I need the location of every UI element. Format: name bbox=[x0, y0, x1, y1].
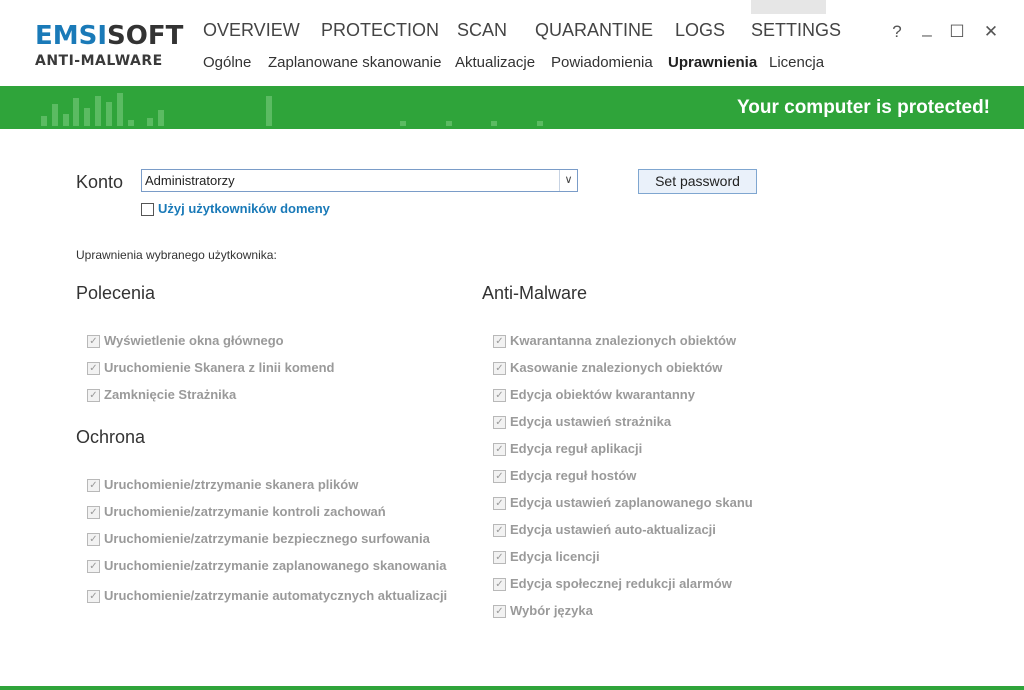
check-icon: ✓ bbox=[493, 551, 506, 564]
check-icon: ✓ bbox=[87, 560, 100, 573]
brand-logo: EMSISOFT bbox=[35, 22, 183, 50]
set-password-button[interactable]: Set password bbox=[638, 169, 757, 194]
banner-decor-bar bbox=[52, 104, 58, 126]
check-icon: ✓ bbox=[493, 416, 506, 429]
permission-label: Edycja ustawień auto-aktualizacji bbox=[510, 522, 716, 537]
banner-decor-bar bbox=[491, 121, 497, 126]
protection-status-message: Your computer is protected! bbox=[736, 97, 990, 118]
permission-label: Edycja licencji bbox=[510, 549, 600, 564]
check-icon: ✓ bbox=[87, 389, 100, 402]
brand-part-soft: SOFT bbox=[107, 21, 184, 51]
nav-logs[interactable]: LOGS bbox=[675, 20, 725, 41]
subnav-uprawnienia[interactable]: Uprawnienia bbox=[668, 54, 757, 71]
banner-decor-bar bbox=[147, 118, 153, 126]
section-title-antimalware: Anti-Malware bbox=[482, 283, 588, 303]
permission-label: Edycja społecznej redukcji alarmów bbox=[510, 576, 732, 591]
subnav-zaplanowane-skanowanie[interactable]: Zaplanowane skanowanie bbox=[268, 54, 441, 71]
permission-label: Edycja obiektów kwarantanny bbox=[510, 387, 695, 402]
checkbox-box[interactable] bbox=[141, 203, 154, 216]
banner-decor-bar bbox=[446, 121, 452, 126]
minimize-icon[interactable]: _ bbox=[917, 18, 937, 38]
permission-label: Uruchomienie/zatrzymanie kontroli zachow… bbox=[104, 504, 386, 519]
check-icon: ✓ bbox=[493, 362, 506, 375]
permission-label: Kwarantanna znalezionych obiektów bbox=[510, 333, 737, 348]
check-icon: ✓ bbox=[493, 605, 506, 618]
banner-decor-bar bbox=[84, 108, 90, 126]
banner-decor-bar bbox=[128, 120, 134, 126]
subnav-licencja[interactable]: Licencja bbox=[769, 54, 824, 71]
permission-label: Wyświetlenie okna głównego bbox=[104, 333, 284, 348]
check-icon: ✓ bbox=[493, 578, 506, 591]
banner-decor-bar bbox=[73, 98, 79, 126]
nav-protection[interactable]: PROTECTION bbox=[321, 20, 439, 41]
check-icon: ✓ bbox=[493, 524, 506, 537]
banner-decor-bar bbox=[400, 121, 406, 126]
domain-users-label[interactable]: Użyj użytkowników domeny bbox=[158, 201, 330, 216]
chevron-down-icon[interactable]: ∨ bbox=[559, 170, 577, 191]
check-icon: ✓ bbox=[87, 479, 100, 492]
banner-decor-bar bbox=[63, 114, 69, 126]
banner-decor-bar bbox=[41, 116, 47, 126]
brand-part-emsi: EMSI bbox=[35, 21, 108, 51]
banner-decor-bar bbox=[537, 121, 543, 126]
check-icon: ✓ bbox=[493, 470, 506, 483]
header: EMSISOFT ANTI-MALWARE OVERVIEW PROTECTIO… bbox=[0, 0, 1024, 86]
nav-overview[interactable]: OVERVIEW bbox=[203, 20, 300, 41]
help-icon[interactable]: ? bbox=[887, 22, 907, 42]
permission-label: Wybór języka bbox=[510, 603, 593, 618]
nav-quarantine[interactable]: QUARANTINE bbox=[535, 20, 653, 41]
check-icon: ✓ bbox=[87, 335, 100, 348]
banner-decor-bar bbox=[117, 93, 123, 126]
banner-decor-bar bbox=[106, 102, 112, 126]
nav-scan[interactable]: SCAN bbox=[457, 20, 507, 41]
check-icon: ✓ bbox=[87, 590, 100, 603]
check-icon: ✓ bbox=[493, 443, 506, 456]
banner-decor-bar bbox=[95, 96, 101, 126]
permission-label: Edycja reguł hostów bbox=[510, 468, 637, 483]
account-select-value: Administratorzy bbox=[145, 173, 235, 188]
check-icon: ✓ bbox=[493, 497, 506, 510]
permission-label: Zamknięcie Strażnika bbox=[104, 387, 237, 402]
check-icon: ✓ bbox=[87, 506, 100, 519]
banner-decor-bar bbox=[266, 96, 272, 126]
check-icon: ✓ bbox=[87, 362, 100, 375]
account-select[interactable]: Administratorzy ∨ bbox=[141, 169, 578, 192]
subnav-aktualizacje[interactable]: Aktualizacje bbox=[455, 54, 535, 71]
permission-label: Edycja reguł aplikacji bbox=[510, 441, 643, 456]
settings-tab-highlight bbox=[751, 0, 826, 14]
product-name: ANTI-MALWARE bbox=[35, 53, 163, 69]
permission-label: Uruchomienie Skanera z linii komend bbox=[104, 360, 335, 375]
section-title-protection: Ochrona bbox=[76, 427, 146, 447]
footer-bar bbox=[0, 686, 1024, 690]
permission-label: Uruchomienie/zatrzymanie automatycznych … bbox=[104, 588, 448, 603]
check-icon: ✓ bbox=[87, 533, 100, 546]
subnav-powiadomienia[interactable]: Powiadomienia bbox=[551, 54, 653, 71]
maximize-icon[interactable]: ☐ bbox=[947, 22, 967, 42]
permission-label: Edycja ustawień strażnika bbox=[510, 414, 672, 429]
subnav-ogolne[interactable]: Ogólne bbox=[203, 54, 251, 71]
permission-label: Kasowanie znalezionych obiektów bbox=[510, 360, 723, 375]
permission-label: Uruchomienie/zatrzymanie zaplanowanego s… bbox=[104, 558, 447, 573]
close-icon[interactable]: ✕ bbox=[981, 22, 1001, 42]
banner-decor-bar bbox=[158, 110, 164, 126]
account-label: Konto bbox=[76, 172, 124, 192]
permission-label: Edycja ustawień zaplanowanego skanu bbox=[510, 495, 753, 510]
nav-settings[interactable]: SETTINGS bbox=[751, 20, 841, 41]
permission-label: Uruchomienie/ztrzymanie skanera plików bbox=[104, 477, 359, 492]
permission-label: Uruchomienie/zatrzymanie bezpiecznego su… bbox=[104, 531, 430, 546]
check-icon: ✓ bbox=[493, 389, 506, 402]
permissions-caption: Uprawnienia wybranego użytkownika: bbox=[76, 248, 277, 262]
status-banner: Your computer is protected! bbox=[0, 86, 1024, 129]
section-title-commands: Polecenia bbox=[76, 283, 156, 303]
check-icon: ✓ bbox=[493, 335, 506, 348]
